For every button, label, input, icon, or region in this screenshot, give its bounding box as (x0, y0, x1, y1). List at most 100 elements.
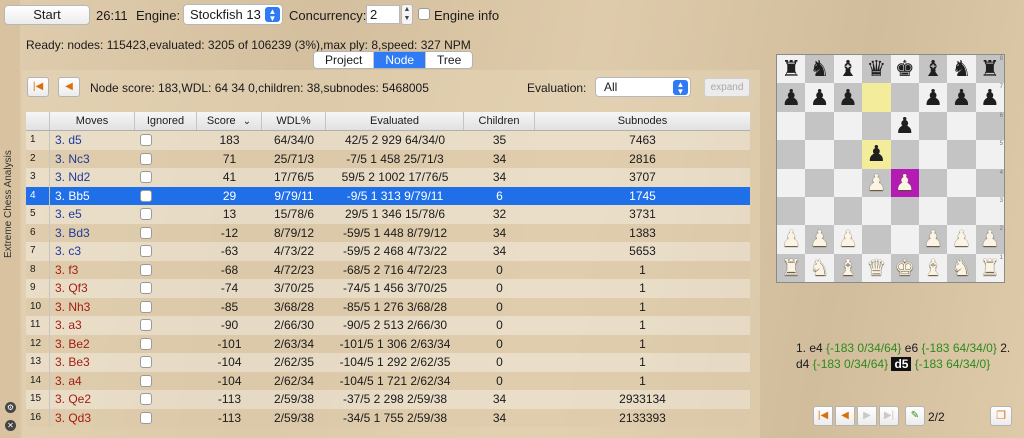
white-king-icon[interactable]: ♚ (895, 256, 915, 279)
board-square-g3[interactable] (947, 196, 976, 226)
board-square-d4[interactable]: ♟ (862, 168, 891, 197)
board-square-d1[interactable]: ♛ (862, 253, 891, 282)
tab-node[interactable]: Node (374, 52, 427, 68)
table-row[interactable]: 15 3. Qe2 -113 2/59/38 -37/5 2 298 2/59/38 34… (26, 390, 750, 409)
wand-icon[interactable]: ✎ (905, 406, 925, 426)
table-row[interactable]: 12 3. Be2 -101 2/63/34 -101/5 1 306 2/63/34 0… (26, 334, 750, 353)
board-square-d2[interactable] (862, 225, 891, 254)
pgn-move[interactable]: e6 (901, 341, 921, 355)
pgn-prev-button[interactable]: ◀ (835, 406, 855, 426)
board-square-h8[interactable]: ♜ 8 (975, 55, 1004, 84)
table-row[interactable]: 14 3. a4 -104 2/62/34 -104/5 1 721 2/62/34 0 1 (26, 371, 750, 390)
board-square-g4[interactable] (947, 168, 976, 197)
board-square-b5[interactable] (805, 140, 834, 169)
concurrency-stepper[interactable]: ▲ ▼ (401, 4, 413, 25)
board-square-c1[interactable]: ♝ (833, 253, 863, 282)
expand-button[interactable]: expand (704, 78, 750, 97)
ignored-checkbox[interactable] (140, 152, 152, 165)
ignored-checkbox[interactable] (140, 282, 152, 295)
ignored-checkbox[interactable] (140, 319, 152, 332)
black-queen-icon[interactable]: ♛ (866, 58, 886, 80)
board-square-f8[interactable]: ♝ (918, 55, 948, 84)
board-square-e7[interactable] (890, 83, 919, 112)
board-square-e5[interactable] (890, 140, 919, 169)
board-square-b6[interactable] (805, 111, 834, 141)
white-pawn-icon[interactable]: ♟ (781, 228, 801, 250)
board-square-g1[interactable]: ♞ (947, 253, 976, 282)
ignored-checkbox[interactable] (140, 171, 152, 184)
column-header-ignored[interactable]: Ignored (135, 112, 197, 130)
board-square-h6[interactable]: 6 (975, 111, 1004, 141)
white-pawn-icon[interactable]: ♟ (810, 228, 830, 250)
column-header-evaluated[interactable]: Evaluated (326, 112, 464, 130)
black-pawn-icon[interactable]: ♟ (895, 114, 915, 137)
board-square-h2[interactable]: ♟ 2 (975, 225, 1004, 254)
table-row[interactable]: 1 3. d5 183 64/34/0 42/5 2 929 64/34/0 35 7463 (26, 131, 750, 150)
board-square-b3[interactable] (805, 196, 834, 226)
board-square-a3[interactable] (777, 196, 806, 226)
board-square-b2[interactable]: ♟ (805, 225, 834, 254)
board-square-e3[interactable] (890, 196, 919, 226)
table-row[interactable]: 13 3. Be3 -104 2/62/35 -104/5 1 292 2/62/35 0… (26, 353, 750, 372)
board-square-c5[interactable] (833, 140, 863, 169)
column-header-subnodes[interactable]: Subnodes (535, 112, 750, 130)
board-square-a4[interactable] (777, 168, 806, 197)
board-square-a8[interactable]: ♜ (777, 55, 806, 84)
black-pawn-icon[interactable]: ♟ (952, 86, 972, 109)
board-square-h3[interactable]: 3 (975, 196, 1004, 226)
engine-select[interactable]: Stockfish 13 ▲ ▼ (183, 4, 283, 25)
board-square-a6[interactable] (777, 111, 806, 141)
ignored-checkbox[interactable] (140, 300, 152, 313)
board-square-d8[interactable]: ♛ (862, 55, 891, 84)
board-square-c7[interactable]: ♟ (833, 83, 863, 112)
go-back-button[interactable]: ◀ (58, 77, 80, 97)
board-square-h4[interactable]: 4 (975, 168, 1004, 197)
board-square-a7[interactable]: ♟ (777, 83, 806, 112)
table-row[interactable]: 6 3. Bd3 -12 8/79/12 -59/5 1 448 8/79/12 34 13… (26, 223, 750, 242)
board-square-e8[interactable]: ♚ (890, 55, 919, 84)
board-square-f3[interactable] (918, 196, 948, 226)
evaluation-select[interactable]: All ▲ ▼ (595, 77, 691, 97)
ignored-checkbox[interactable] (140, 411, 152, 424)
chess-board[interactable]: ♜ ♞ ♝ ♛ ♚ ♝ ♞ ♜ 8 ♟ ♟ ♟ ♟ ♟ ♟ 7 ♟ 6 ♟ 5 ♟ ♟ 4 3 ♟ ♟ ♟ ♟ ♟ ♟ 2 ♜ ♞ ♝ ♛ ♚ ♝ ♞ ♜ 1 (776, 54, 1005, 283)
table-row[interactable]: 9 3. Qf3 -74 3/70/25 -74/5 1 456 3/70/25 0 1 (26, 279, 750, 298)
white-pawn-icon[interactable]: ♟ (838, 228, 858, 250)
board-square-g7[interactable]: ♟ (947, 83, 976, 112)
table-row[interactable]: 5 3. e5 13 15/78/6 29/5 1 346 15/78/6 32 3731 (26, 205, 750, 224)
black-bishop-icon[interactable]: ♝ (923, 58, 943, 80)
copy-icon[interactable]: ❐ (990, 406, 1012, 426)
table-row[interactable]: 2 3. Nc3 71 25/71/3 -7/5 1 458 25/71/3 34 2816 (26, 149, 750, 168)
table-row[interactable]: 16 3. Qd3 -113 2/59/38 -34/5 1 755 2/59/38 34… (26, 408, 750, 427)
ignored-checkbox[interactable] (140, 374, 152, 387)
white-pawn-icon[interactable]: ♟ (952, 228, 972, 250)
ignored-checkbox[interactable] (140, 356, 152, 369)
board-square-e1[interactable]: ♚ (890, 253, 919, 282)
white-pawn-icon[interactable]: ♟ (866, 171, 886, 194)
board-square-h1[interactable]: ♜ 1 (975, 253, 1004, 282)
go-first-button[interactable]: |◀ (27, 77, 49, 97)
board-square-b4[interactable] (805, 168, 834, 197)
white-pawn-icon[interactable]: ♟ (980, 228, 1000, 250)
ignored-checkbox[interactable] (140, 134, 152, 147)
table-row[interactable]: 8 3. f3 -68 4/72/23 -68/5 2 716 4/72/23 0 1 (26, 260, 750, 279)
black-rook-icon[interactable]: ♜ (980, 58, 1000, 80)
board-square-g8[interactable]: ♞ (947, 55, 976, 84)
ignored-checkbox[interactable] (140, 263, 152, 276)
board-square-b8[interactable]: ♞ (805, 55, 834, 84)
board-square-g5[interactable] (947, 140, 976, 169)
settings-icon[interactable]: ⚙ (5, 402, 16, 413)
board-square-h5[interactable]: 5 (975, 140, 1004, 169)
board-square-b1[interactable]: ♞ (805, 253, 834, 282)
ignored-checkbox[interactable] (140, 208, 152, 221)
black-pawn-icon[interactable]: ♟ (980, 86, 1000, 109)
board-square-e4[interactable]: ♟ (890, 168, 919, 197)
black-rook-icon[interactable]: ♜ (781, 58, 801, 80)
board-square-f5[interactable] (918, 140, 948, 169)
board-square-h7[interactable]: ♟ 7 (975, 83, 1004, 112)
board-square-e2[interactable] (890, 225, 919, 254)
tab-tree[interactable]: Tree (426, 52, 472, 68)
black-pawn-icon[interactable]: ♟ (866, 143, 886, 165)
ignored-checkbox[interactable] (140, 245, 152, 258)
table-row[interactable]: 7 3. c3 -63 4/73/22 -59/5 2 468 4/73/22 34 565… (26, 242, 750, 261)
board-square-a1[interactable]: ♜ (777, 253, 806, 282)
